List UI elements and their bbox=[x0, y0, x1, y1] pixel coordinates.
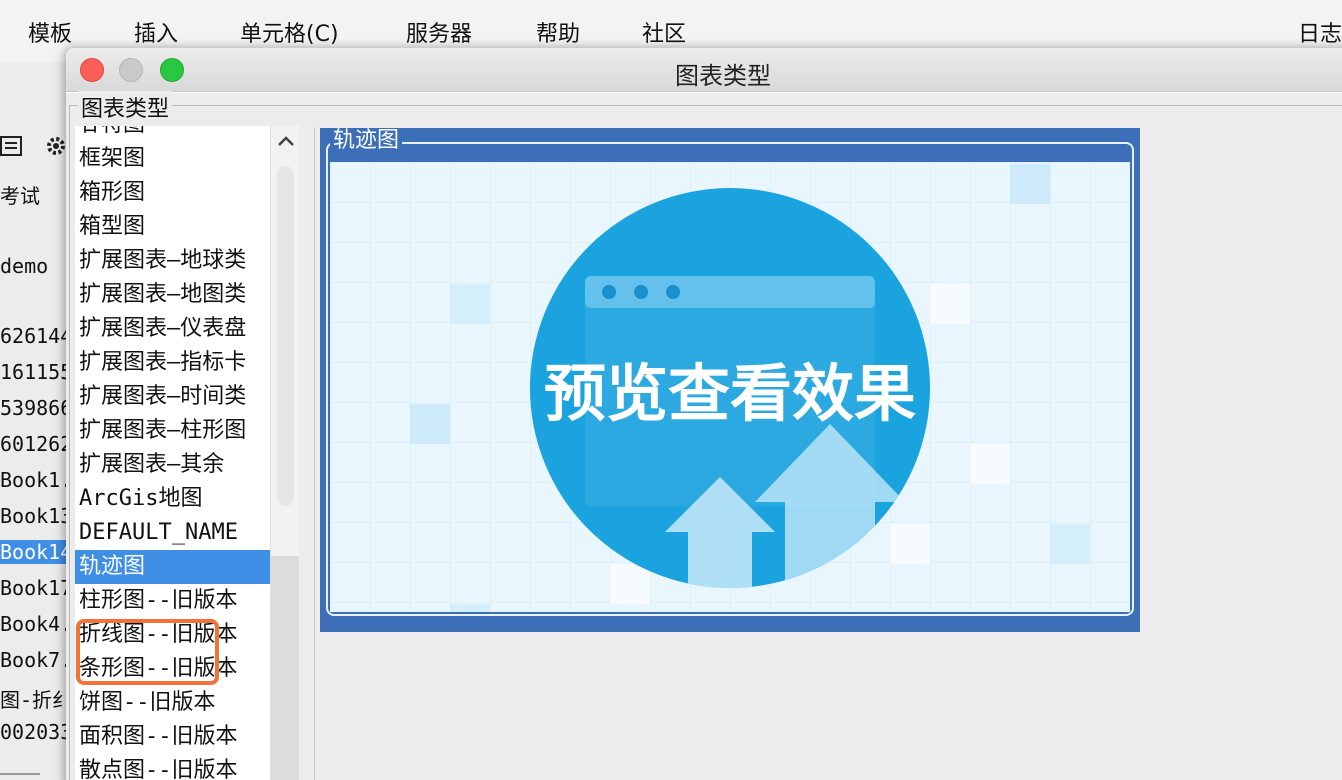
list-item[interactable]: ArcGis地图 bbox=[75, 482, 270, 516]
list-item[interactable]: 箱型图 bbox=[75, 210, 270, 244]
chart-type-list[interactable]: 甘特图框架图箱形图箱型图扩展图表—地球类扩展图表—地图类扩展图表—仪表盘扩展图表… bbox=[75, 126, 299, 780]
list-scrollbar[interactable] bbox=[270, 126, 299, 780]
menu-server[interactable]: 服务器 bbox=[406, 16, 472, 48]
scroll-track[interactable] bbox=[271, 556, 299, 780]
list-item[interactable]: 161155 bbox=[0, 360, 70, 384]
list-item[interactable]: 601262 bbox=[0, 432, 70, 456]
list-item[interactable]: 面积图--旧版本 bbox=[75, 720, 270, 754]
document-icon[interactable] bbox=[0, 134, 24, 158]
menu-template[interactable]: 模板 bbox=[28, 16, 72, 48]
list-item[interactable]: 扩展图表—时间类 bbox=[75, 380, 270, 414]
dialog-title: 图表类型 bbox=[675, 62, 771, 90]
list-item[interactable]: 626144 bbox=[0, 324, 70, 348]
list-item[interactable]: 柱形图--旧版本 bbox=[75, 584, 270, 618]
list-item[interactable]: demo bbox=[0, 254, 48, 278]
chart-type-dialog: 图表类型 图表类型 甘特图框架图箱形图箱型图扩展图表—地球类扩展图表—地图类扩展… bbox=[66, 48, 1342, 780]
list-item[interactable]: Book17 bbox=[0, 576, 70, 600]
background-file-panel: 考试 demo 626144 161155 539866 601262 Book… bbox=[0, 62, 70, 780]
list-item[interactable]: 折线图--旧版本 bbox=[75, 618, 270, 652]
gear-icon[interactable] bbox=[44, 134, 68, 158]
list-item[interactable]: 扩展图表—指标卡 bbox=[75, 346, 270, 380]
list-item[interactable]: 箱形图 bbox=[75, 176, 270, 210]
list-item[interactable]: Book1. bbox=[0, 468, 70, 492]
chart-type-list-items: 甘特图框架图箱形图箱型图扩展图表—地球类扩展图表—地图类扩展图表—仪表盘扩展图表… bbox=[75, 126, 270, 780]
list-item[interactable]: 散点图--旧版本 bbox=[75, 754, 270, 780]
menu-community[interactable]: 社区 bbox=[642, 16, 686, 48]
group-border bbox=[69, 105, 1342, 106]
dialog-body: 图表类型 甘特图框架图箱形图箱型图扩展图表—地球类扩展图表—地图类扩展图表—仪表… bbox=[66, 91, 1342, 780]
group-border bbox=[69, 105, 70, 780]
list-item[interactable]: 002033 bbox=[0, 720, 70, 744]
menu-log[interactable]: 日志 bbox=[1298, 16, 1342, 48]
list-item[interactable]: 扩展图表—其余 bbox=[75, 448, 270, 482]
list-item[interactable]: 图-折纟 bbox=[0, 684, 70, 713]
scroll-thumb[interactable] bbox=[277, 166, 294, 506]
list-item[interactable]: 扩展图表—仪表盘 bbox=[75, 312, 270, 346]
dialog-titlebar[interactable]: 图表类型 bbox=[66, 48, 1342, 92]
list-item[interactable]: 扩展图表—柱形图 bbox=[75, 414, 270, 448]
list-item-selected[interactable]: 轨迹图 bbox=[75, 550, 270, 584]
list-item[interactable]: 饼图--旧版本 bbox=[75, 686, 270, 720]
list-item[interactable]: 539866 bbox=[0, 396, 70, 420]
list-item[interactable]: 扩展图表—地球类 bbox=[75, 244, 270, 278]
list-item[interactable]: DEFAULT_NAME bbox=[75, 516, 270, 550]
preview-image: 预览查看效果 bbox=[330, 162, 1130, 612]
chevron-up-icon[interactable] bbox=[271, 126, 299, 156]
list-item[interactable]: Book4. bbox=[0, 612, 70, 636]
list-item[interactable]: Book13 bbox=[0, 504, 70, 528]
preview-caption: 预览查看效果 bbox=[544, 357, 916, 430]
list-item[interactable]: 甘特图 bbox=[75, 126, 270, 142]
menu-help[interactable]: 帮助 bbox=[536, 16, 580, 48]
list-item[interactable]: 扩展图表—地图类 bbox=[75, 278, 270, 312]
list-item[interactable]: Book7. bbox=[0, 648, 70, 672]
menu-insert[interactable]: 插入 bbox=[134, 16, 178, 48]
preview-label: 轨迹图 bbox=[330, 128, 403, 154]
list-item[interactable]: 考试 bbox=[0, 180, 40, 209]
divider bbox=[314, 127, 315, 780]
chart-preview-panel: 轨迹图 预览查看效果 bbox=[320, 128, 1140, 632]
divider bbox=[0, 773, 40, 775]
menu-cell[interactable]: 单元格(C) bbox=[240, 16, 339, 48]
list-item[interactable]: 条形图--旧版本 bbox=[75, 652, 270, 686]
list-item[interactable]: 框架图 bbox=[75, 142, 270, 176]
list-item-selected[interactable]: Book14 bbox=[0, 540, 70, 564]
group-label: 图表类型 bbox=[78, 91, 173, 123]
